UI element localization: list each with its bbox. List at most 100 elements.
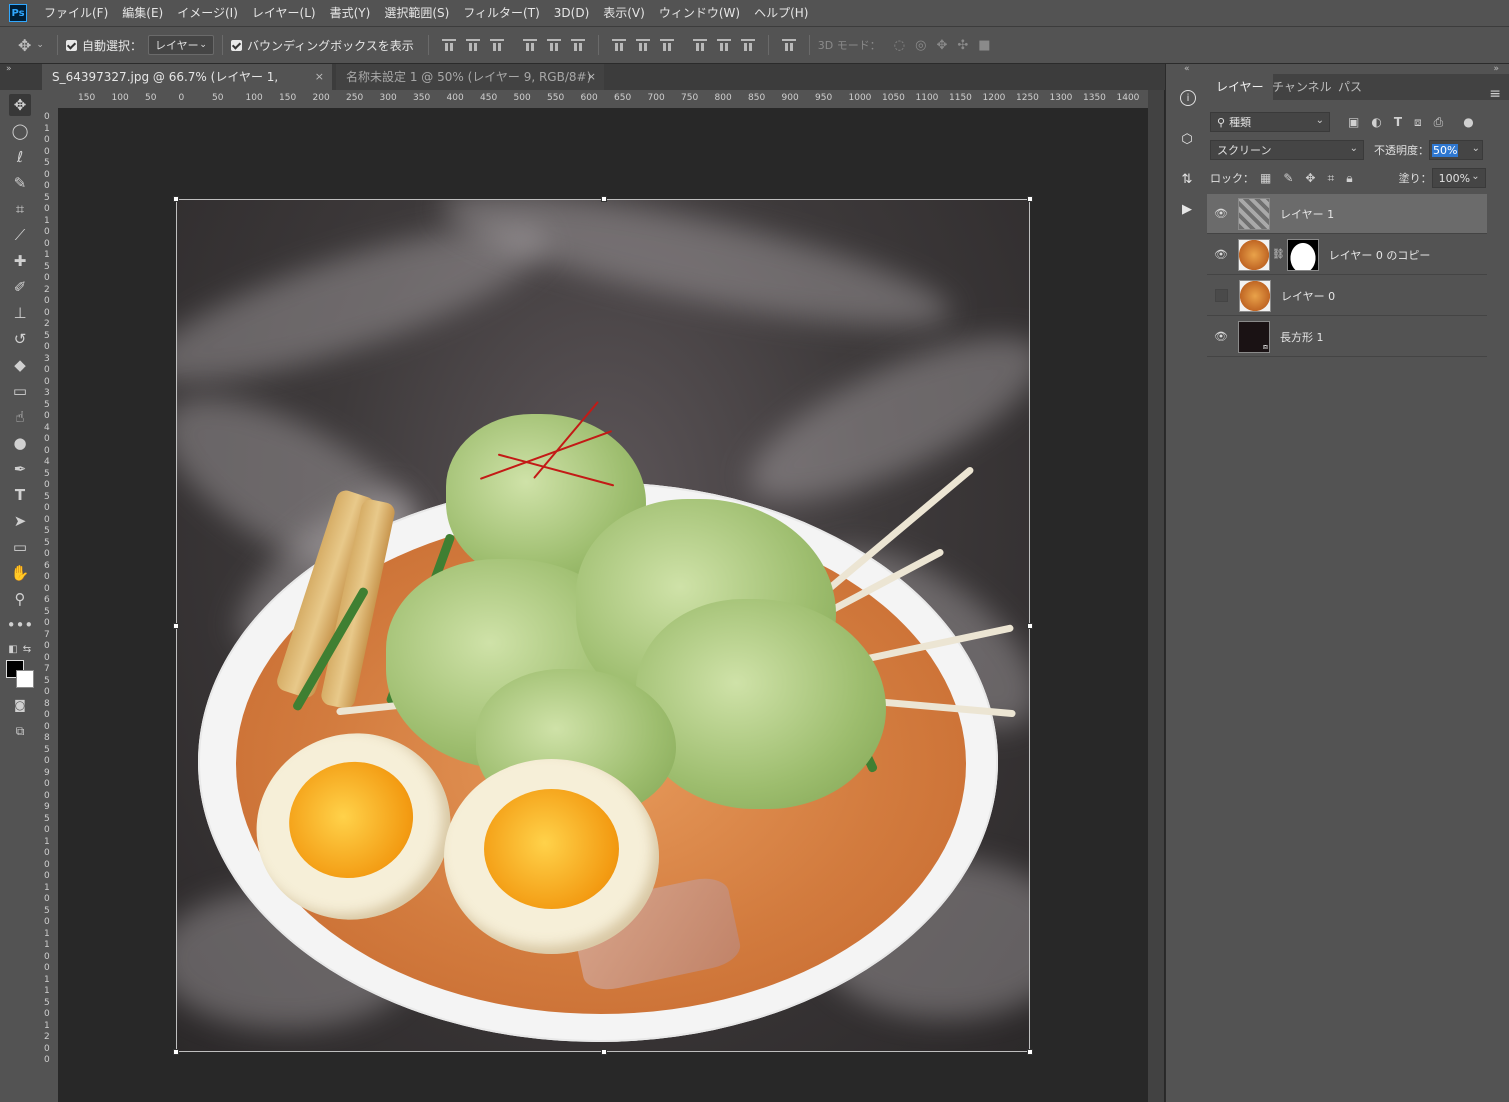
auto-align-icon[interactable]: [781, 39, 796, 51]
blend-mode-dropdown[interactable]: スクリーン ⌄: [1210, 140, 1364, 160]
actions-play-icon[interactable]: ▶: [1178, 200, 1196, 218]
document-tab-active[interactable]: S_64397327.jpg @ 66.7% (レイヤー 1, RGB/8*) …: [42, 64, 332, 110]
chevron-down-icon[interactable]: ⌄: [1471, 171, 1479, 182]
vertical-ruler[interactable]: 0100500501001502002503003504004505005506…: [40, 108, 59, 1102]
quick-mask-icon[interactable]: ◙: [9, 694, 31, 716]
collapse-toolbar-icon[interactable]: »: [6, 64, 12, 74]
healing-brush-icon[interactable]: ✚: [9, 250, 31, 272]
smudge-icon[interactable]: ☝: [9, 406, 31, 428]
distribute-bottom-icon[interactable]: [659, 39, 674, 51]
distribute-top-icon[interactable]: [611, 39, 626, 51]
screen-mode-icon[interactable]: ⧉: [9, 720, 31, 742]
menu-type[interactable]: 書式(Y): [323, 0, 378, 26]
distribute-hcenter-icon[interactable]: [716, 39, 731, 51]
gradient-icon[interactable]: ▭: [9, 380, 31, 402]
3d-cube-icon[interactable]: ⬡: [1178, 130, 1196, 148]
lasso-icon[interactable]: ℓ: [9, 146, 31, 168]
panel-menu-icon[interactable]: ≡: [1489, 86, 1501, 102]
collapse-dock-icon[interactable]: «: [1184, 64, 1190, 74]
layer-row-rectangle-1[interactable]: 👁︎ ⧈ 長方形 1: [1207, 317, 1487, 357]
menu-3d[interactable]: 3D(D): [547, 0, 596, 26]
opacity-input[interactable]: 50% ⌄: [1429, 140, 1483, 160]
vertical-scrollbar[interactable]: [1148, 90, 1164, 1102]
brush-icon[interactable]: ✐: [9, 276, 31, 298]
chevron-down-icon[interactable]: ⌄: [1472, 143, 1480, 154]
menu-file[interactable]: ファイル(F): [37, 0, 115, 26]
mask-link-icon[interactable]: ⛓: [1272, 249, 1285, 260]
menu-edit[interactable]: 編集(E): [115, 0, 170, 26]
menu-select[interactable]: 選択範囲(S): [377, 0, 456, 26]
auto-select-checkbox[interactable]: [65, 39, 77, 51]
layer-filter-dropdown[interactable]: ⚲ 種類 ⌄: [1210, 112, 1330, 132]
eyedropper-icon[interactable]: ⟋: [9, 224, 31, 246]
filter-adjustment-icon[interactable]: ◐: [1371, 115, 1381, 129]
history-brush-icon[interactable]: ↺: [9, 328, 31, 350]
dodge-icon[interactable]: ●: [9, 432, 31, 454]
collapse-panel-icon[interactable]: »: [1493, 64, 1499, 74]
menu-help[interactable]: ヘルプ(H): [747, 0, 815, 26]
history-icon[interactable]: ⇅: [1178, 170, 1196, 188]
transform-handle[interactable]: [173, 623, 179, 629]
lock-image-pixels-icon[interactable]: ✎: [1283, 171, 1293, 185]
chevron-down-icon[interactable]: ⌄: [36, 40, 44, 50]
visibility-off-box[interactable]: [1215, 289, 1228, 302]
type-icon[interactable]: T: [9, 484, 31, 506]
document-tab[interactable]: 名称未設定 1 @ 50% (レイヤー 9, RGB/8#) * ×: [336, 64, 604, 110]
distribute-right-icon[interactable]: [740, 39, 755, 51]
rectangle-icon[interactable]: ▭: [9, 536, 31, 558]
distribute-left-icon[interactable]: [692, 39, 707, 51]
quick-select-icon[interactable]: ✎: [9, 172, 31, 194]
pen-icon[interactable]: ✒: [9, 458, 31, 480]
lock-all-icon[interactable]: 🔒︎: [1346, 171, 1352, 186]
filter-pixel-icon[interactable]: ▣: [1348, 115, 1359, 129]
transform-handle[interactable]: [1027, 1049, 1033, 1055]
layer-row-layer-0-copy[interactable]: 👁︎ ⛓ レイヤー 0 のコピー: [1207, 235, 1487, 275]
bounding-box-checkbox[interactable]: [230, 39, 242, 51]
align-hcenter-icon[interactable]: [546, 39, 561, 51]
transform-bounding-box[interactable]: [173, 196, 1033, 1055]
crop-icon[interactable]: ⌗: [9, 198, 31, 220]
filter-shape-icon[interactable]: ⧈: [1414, 115, 1422, 130]
path-select-icon[interactable]: ➤: [9, 510, 31, 532]
menu-layer[interactable]: レイヤー(L): [245, 0, 323, 26]
align-vcenter-icon[interactable]: [465, 39, 480, 51]
distribute-vcenter-icon[interactable]: [635, 39, 650, 51]
lock-artboard-icon[interactable]: ⌗: [1327, 171, 1334, 186]
transform-handle[interactable]: [173, 1049, 179, 1055]
transform-handle[interactable]: [601, 1049, 607, 1055]
filter-smart-object-icon[interactable]: ⎙: [1434, 115, 1444, 130]
more-icon[interactable]: •••: [7, 614, 34, 636]
zoom-icon[interactable]: ⚲: [9, 588, 31, 610]
move-tool-preset-icon[interactable]: ✥: [18, 36, 31, 55]
clone-stamp-icon[interactable]: ⊥: [9, 302, 31, 324]
align-right-icon[interactable]: [570, 39, 585, 51]
align-bottom-icon[interactable]: [489, 39, 504, 51]
layer-mask-thumbnail[interactable]: [1286, 238, 1319, 271]
filter-toggle-icon[interactable]: ●: [1463, 115, 1473, 129]
transform-handle[interactable]: [601, 196, 607, 202]
ruler-origin[interactable]: [40, 90, 58, 108]
transform-handle[interactable]: [1027, 623, 1033, 629]
visibility-eye-icon[interactable]: 👁︎: [1207, 207, 1235, 220]
align-top-icon[interactable]: [441, 39, 456, 51]
visibility-eye-icon[interactable]: 👁︎: [1207, 248, 1235, 261]
menu-filter[interactable]: フィルター(T): [456, 0, 546, 26]
info-icon[interactable]: i: [1180, 90, 1196, 106]
horizontal-ruler[interactable]: 150 100 50 0 50 100 150 200 250 300 350 400 450 500 55…: [58, 90, 1148, 109]
eraser-icon[interactable]: ◆: [9, 354, 31, 376]
menu-image[interactable]: イメージ(I): [170, 0, 245, 26]
menu-view[interactable]: 表示(V): [596, 0, 652, 26]
swap-colors-icon[interactable]: ⇆: [16, 638, 38, 660]
close-icon[interactable]: ×: [587, 64, 596, 90]
layer-row-layer-0[interactable]: レイヤー 0: [1207, 276, 1487, 316]
transform-handle[interactable]: [1027, 196, 1033, 202]
layer-row-layer-1[interactable]: 👁︎ レイヤー 1: [1207, 194, 1487, 234]
close-icon[interactable]: ×: [315, 64, 324, 90]
3d-scale-icon[interactable]: ■: [978, 38, 990, 53]
visibility-eye-icon[interactable]: 👁︎: [1207, 330, 1235, 343]
auto-select-target-dropdown[interactable]: レイヤー ⌄: [147, 35, 214, 55]
lock-transparent-pixels-icon[interactable]: ▦: [1260, 171, 1271, 185]
align-left-icon[interactable]: [522, 39, 537, 51]
fill-input[interactable]: 100% ⌄: [1431, 168, 1486, 188]
ellipse-marquee-icon[interactable]: ◯: [9, 120, 31, 142]
